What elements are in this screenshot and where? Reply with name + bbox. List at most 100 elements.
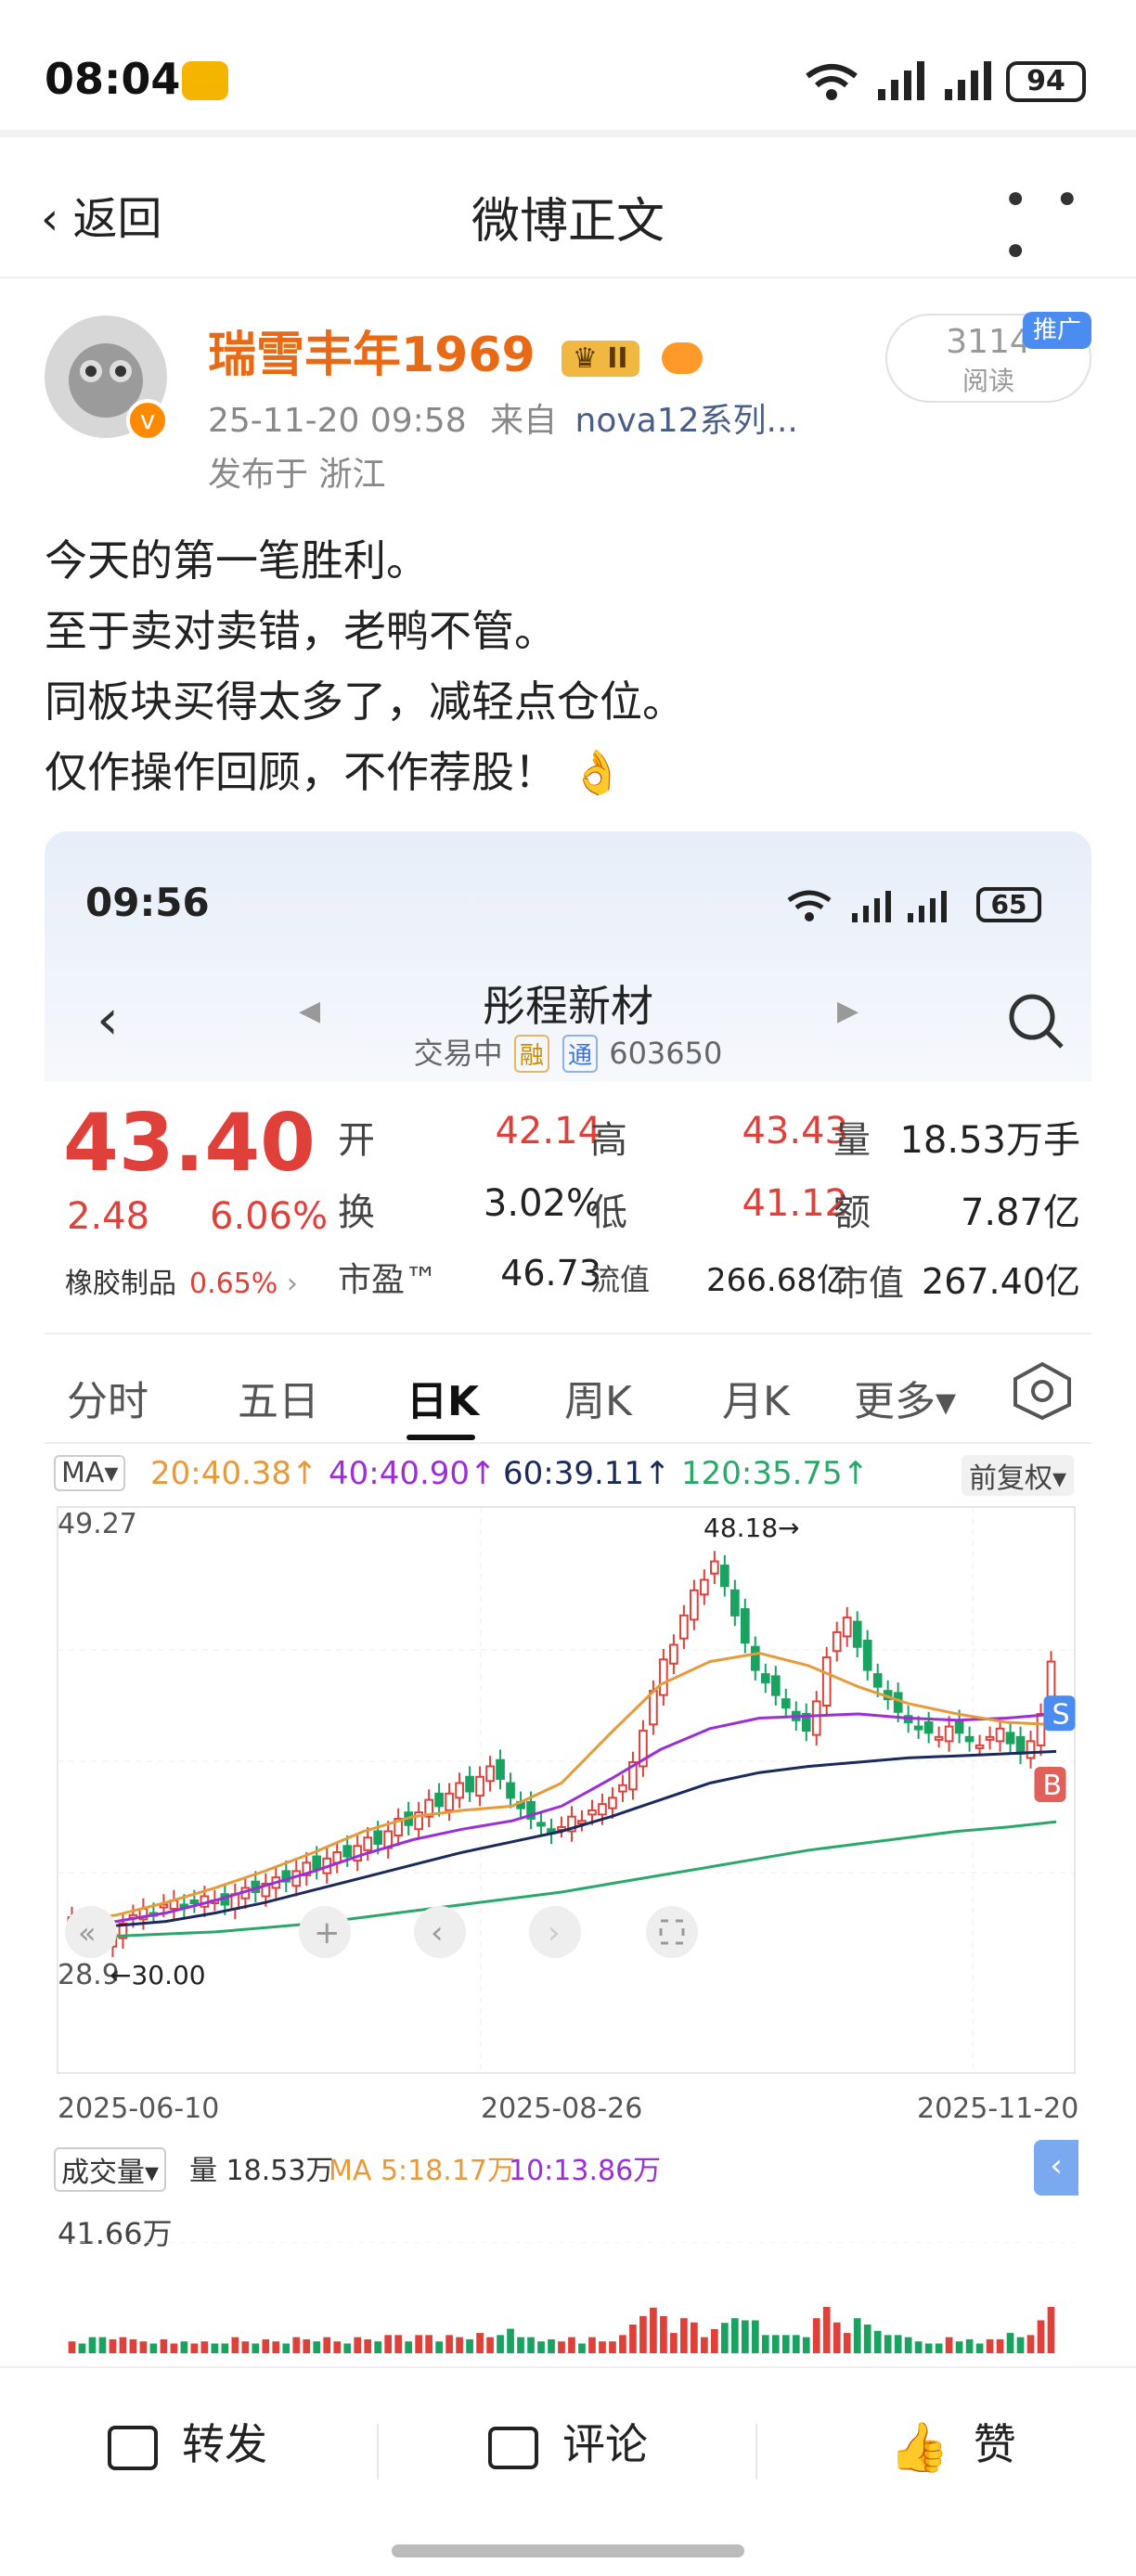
author-name[interactable]: 瑞雪丰年1969 ♛ II [208, 316, 703, 385]
bottom-action-bar: 转发 评论 👍 赞 [0, 2366, 1136, 2515]
repost-label: 转发 [182, 2419, 267, 2469]
volume-bar [476, 2333, 484, 2353]
volume-bar [282, 2343, 290, 2353]
candle-body [659, 1658, 668, 1696]
volume-bar [68, 2341, 76, 2353]
candle-body [811, 1700, 821, 1736]
more-options-button[interactable]: • • • [1002, 174, 1136, 278]
volume-bar [445, 2335, 453, 2353]
amount-value: 7.87亿 [960, 1191, 1080, 1234]
volume-selector[interactable]: 成交量▾ [54, 2147, 167, 2192]
volume-bar [771, 2335, 780, 2353]
candle-body [770, 1675, 781, 1696]
candle-body [934, 1735, 944, 1741]
candle-body [760, 1673, 770, 1684]
level-text: II [607, 341, 628, 375]
volume-bar [119, 2337, 127, 2353]
volume-bar [190, 2343, 199, 2353]
current-price: 43.40 [63, 1097, 316, 1190]
candle-body [363, 1836, 373, 1851]
volume-bar [996, 2338, 1004, 2353]
volume-bar [548, 2338, 555, 2353]
volume-bar [98, 2337, 107, 2353]
volume-bar [262, 2338, 270, 2353]
svg-text:B: B [1043, 1770, 1063, 1802]
volume-bar [1016, 2337, 1025, 2353]
volume-bar [415, 2335, 422, 2353]
like-button[interactable]: 👍 赞 [889, 2411, 1016, 2476]
svg-text:S: S [1052, 1698, 1070, 1731]
volume-bar [129, 2338, 137, 2353]
tab-weekly-k[interactable]: 周K [564, 1368, 632, 1427]
candle-body [189, 1899, 200, 1904]
volume-bar [1026, 2335, 1035, 2353]
volume-bar [650, 2307, 657, 2353]
kline-chart[interactable]: 49.27 28.9 48.18→ ←30.00 « + ‹ › SB 2025… [45, 1501, 1091, 2132]
volume-bar [955, 2341, 963, 2353]
volume-bar [354, 2337, 362, 2353]
volume-bar [537, 2341, 545, 2353]
stock-battery: 65 [976, 887, 1041, 922]
tab-more[interactable]: 更多▾ [854, 1368, 956, 1427]
turnover-value: 3.02% [483, 1182, 601, 1225]
volume-bar [660, 2315, 667, 2353]
volume-bar [945, 2337, 953, 2353]
device-link[interactable]: nova12系列... [575, 402, 798, 440]
float-cap-label: 流值 [590, 1262, 651, 1297]
turnover-label: 换 [338, 1191, 375, 1234]
stock-subtitle: 交易中 融 通 603650 [45, 1030, 1091, 1073]
sector-row[interactable]: 橡胶制品 0.65% › [65, 1260, 298, 1301]
volume-bar [863, 2325, 871, 2353]
volume-bar [374, 2341, 382, 2353]
price-change: 2.48 [67, 1195, 150, 1238]
tab-daily-k[interactable]: 日K [407, 1368, 479, 1427]
stock-header: 09:56 65 ‹ ◀ ▶ 彤程新材 交易中 融 通 603650 [45, 831, 1091, 1082]
from-label: 来自 [490, 402, 558, 440]
volume-bar [914, 2341, 923, 2353]
adjust-selector[interactable]: 前复权▾ [962, 1455, 1075, 1496]
volume-bar [822, 2307, 831, 2353]
tab-monthly-k[interactable]: 月K [722, 1368, 790, 1427]
volume-bar [629, 2325, 637, 2353]
volume-bar [231, 2337, 239, 2353]
candle-body [729, 1589, 740, 1616]
volume-bar [619, 2335, 626, 2353]
candle-body [1005, 1732, 1015, 1745]
post-location: 发布于 浙江 [208, 456, 386, 494]
pe-label: 市盈™ [338, 1261, 439, 1299]
promote-badge[interactable]: 推广 [1023, 312, 1091, 349]
volume-bar [149, 2343, 158, 2353]
volume-legend: 成交量▾ 量 18.53万 MA 5:18.17万 10:13.86万 [45, 2138, 1091, 2194]
fullscreen-icon[interactable] [646, 1906, 698, 1958]
tab-intraday[interactable]: 分时 [67, 1368, 148, 1427]
home-indicator [392, 2544, 744, 2557]
repost-button[interactable]: 转发 [108, 2411, 267, 2472]
volume-bar [343, 2343, 352, 2353]
low-marker: ←30.00 [110, 1960, 206, 1990]
trading-status: 交易中 [413, 1036, 503, 1071]
comment-button[interactable]: 评论 [488, 2411, 648, 2472]
volume-bar [609, 2341, 616, 2353]
ma20-line [66, 1651, 1057, 1924]
candle-body [434, 1792, 444, 1808]
volume-bar [843, 2333, 851, 2353]
mkt-cap-value: 267.40亿 [922, 1261, 1080, 1302]
open-value: 42.14 [495, 1110, 601, 1153]
candle-body [536, 1822, 546, 1827]
ma-selector[interactable]: MA▾ [54, 1455, 126, 1491]
volume-bar [180, 2341, 188, 2353]
volume-bar [497, 2335, 504, 2353]
candle-body [506, 1782, 515, 1799]
volume-chart [58, 2242, 1075, 2353]
candle-body [342, 1845, 353, 1858]
candle-body [455, 1782, 464, 1799]
ma-legend: MA▾ 20:40.38↑ 40:40.90↑ 60:39.11↑ 120:35… [45, 1448, 1091, 1501]
chart-settings-icon[interactable] [1010, 1360, 1075, 1422]
volume-bar [578, 2343, 586, 2353]
share-icon [108, 2425, 158, 2470]
collapse-panel-icon[interactable]: ‹ [1034, 2140, 1078, 2196]
tab-five-day[interactable]: 五日 [238, 1368, 319, 1427]
attached-image[interactable]: 09:56 65 ‹ ◀ ▶ 彤程新材 交易中 融 通 603650 43.40… [45, 831, 1091, 2363]
candle-body [669, 1643, 678, 1665]
sector-name: 橡胶制品 [65, 1268, 176, 1300]
